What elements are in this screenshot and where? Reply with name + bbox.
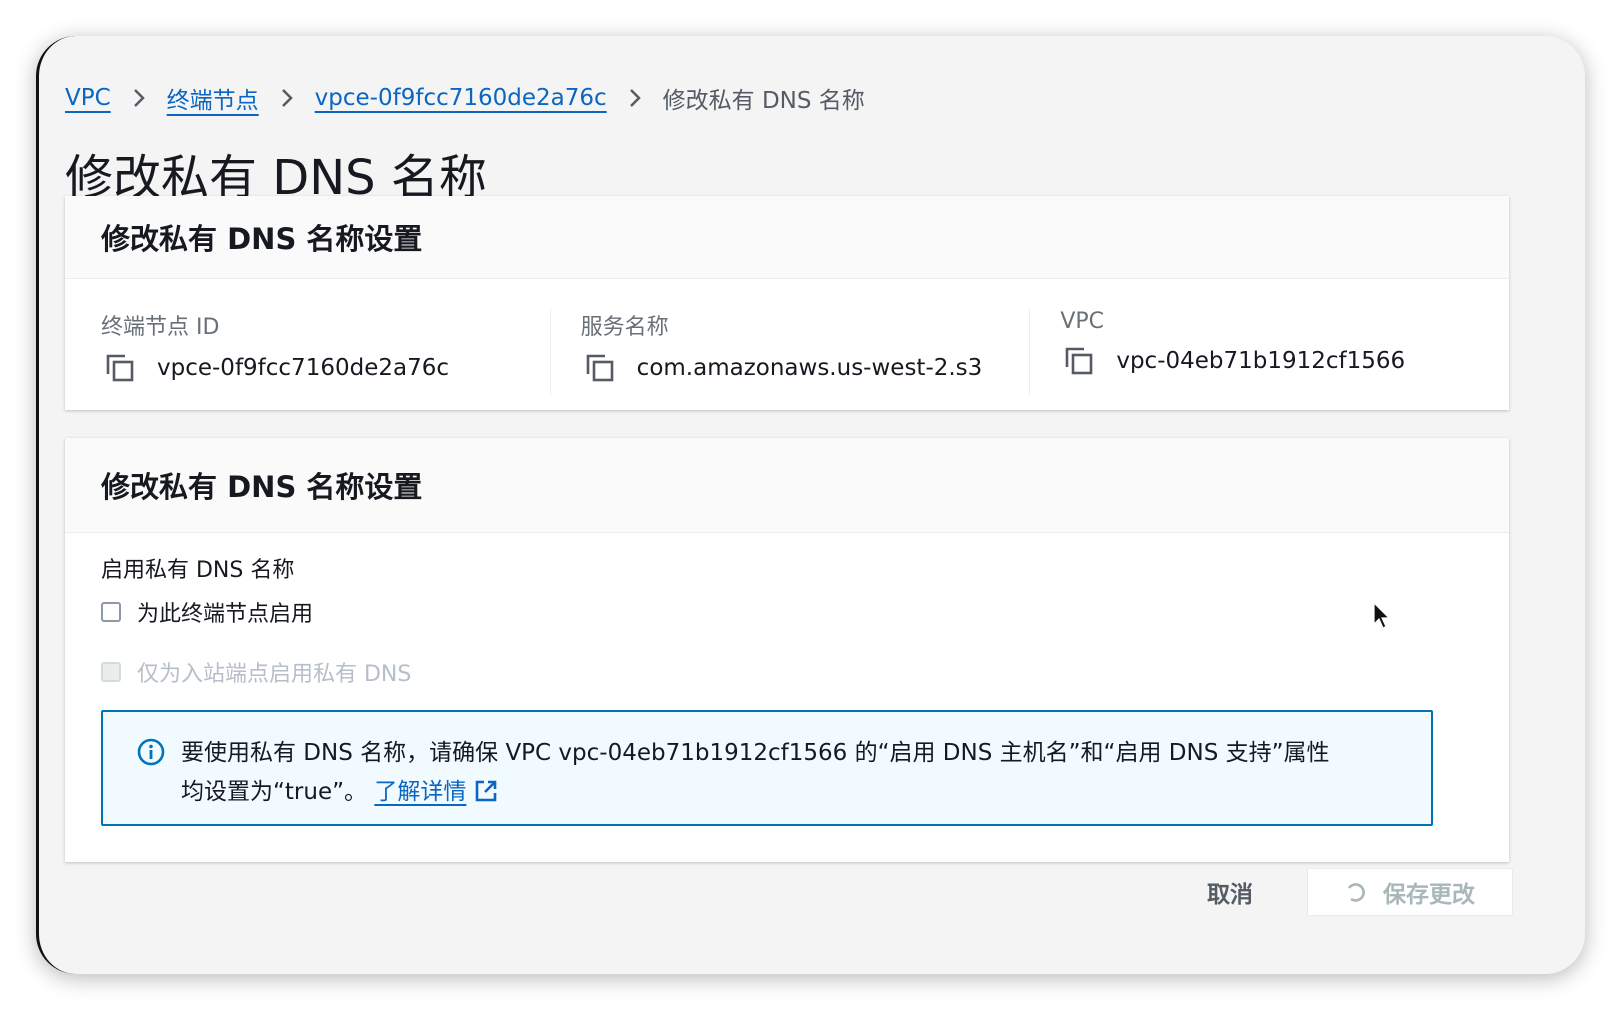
chevron-right-icon bbox=[629, 88, 641, 108]
private-dns-settings-panel: 修改私有 DNS 名称设置 启用私有 DNS 名称 为此终端节点启用 仅为入站端… bbox=[65, 438, 1509, 862]
chevron-right-icon bbox=[133, 88, 145, 108]
cancel-button[interactable]: 取消 bbox=[1207, 875, 1253, 909]
vpc-label: VPC bbox=[1060, 309, 1105, 334]
enable-endpoint-checkbox[interactable] bbox=[101, 602, 121, 622]
learn-more-label: 了解详情 bbox=[374, 779, 467, 805]
alert-line-2-row: 均设置为“true”。 了解详情 bbox=[181, 773, 1411, 816]
service-name-field: 服务名称 com.amazonaws.us-west-2.s3 bbox=[551, 309, 1031, 395]
panel-header: 修改私有 DNS 名称设置 bbox=[65, 196, 1509, 279]
chevron-right-icon bbox=[281, 88, 293, 108]
endpoint-id-label: 终端节点 ID bbox=[101, 315, 220, 340]
endpoint-id-field: 终端节点 ID vpce-0f9fcc7160de2a76c bbox=[101, 309, 551, 395]
spinner-icon bbox=[1345, 881, 1367, 903]
copy-icon[interactable] bbox=[585, 353, 617, 383]
enable-endpoint-checkbox-row[interactable]: 为此终端节点启用 bbox=[101, 596, 313, 628]
service-name-row: com.amazonaws.us-west-2.s3 bbox=[581, 353, 1030, 383]
breadcrumb-link-endpoint-id[interactable]: vpce-0f9fcc7160de2a76c bbox=[315, 85, 607, 111]
vpc-value: vpc-04eb71b1912cf1566 bbox=[1116, 348, 1406, 374]
inbound-only-checkbox bbox=[101, 662, 121, 682]
endpoint-id-row: vpce-0f9fcc7160de2a76c bbox=[101, 353, 550, 383]
alert-line-2: 均设置为“true”。 bbox=[181, 779, 368, 805]
endpoint-details: 终端节点 ID vpce-0f9fcc7160de2a76c 服务名称 com.… bbox=[65, 279, 1509, 395]
vpc-field: VPC vpc-04eb71b1912cf1566 bbox=[1030, 309, 1509, 395]
breadcrumb-current: 修改私有 DNS 名称 bbox=[662, 88, 865, 114]
breadcrumb-link-vpc[interactable]: VPC bbox=[65, 85, 111, 111]
breadcrumb-link-endpoints[interactable]: 终端节点 bbox=[167, 81, 259, 115]
service-name-value: com.amazonaws.us-west-2.s3 bbox=[636, 355, 983, 381]
alert-message: 要使用私有 DNS 名称，请确保 VPC vpc-04eb71b1912cf15… bbox=[181, 734, 1411, 816]
mouse-cursor-icon bbox=[1373, 601, 1391, 634]
external-link-icon bbox=[474, 777, 498, 816]
copy-icon[interactable] bbox=[105, 353, 137, 383]
copy-icon[interactable] bbox=[1064, 346, 1096, 376]
endpoint-id-value: vpce-0f9fcc7160de2a76c bbox=[157, 355, 449, 381]
inbound-only-checkbox-label: 仅为入站端点启用私有 DNS bbox=[137, 662, 412, 687]
panel-header: 修改私有 DNS 名称设置 bbox=[65, 438, 1509, 533]
service-name-label: 服务名称 bbox=[580, 315, 669, 340]
enable-endpoint-checkbox-label: 为此终端节点启用 bbox=[137, 602, 314, 627]
learn-more-link[interactable]: 了解详情 bbox=[374, 779, 498, 805]
inbound-only-checkbox-row: 仅为入站端点启用私有 DNS bbox=[101, 656, 411, 688]
info-icon bbox=[137, 738, 165, 770]
save-changes-label: 保存更改 bbox=[1383, 881, 1475, 907]
vpc-row: vpc-04eb71b1912cf1566 bbox=[1060, 346, 1509, 376]
console-window: VPC 终端节点 vpce-0f9fcc7160de2a76c 修改私有 DNS… bbox=[36, 36, 1585, 974]
endpoint-details-panel: 修改私有 DNS 名称设置 终端节点 ID vpce-0f9fcc7160de2… bbox=[65, 196, 1509, 410]
alert-line-1: 要使用私有 DNS 名称，请确保 VPC vpc-04eb71b1912cf15… bbox=[181, 740, 1330, 766]
form-actions: 取消 保存更改 bbox=[1207, 868, 1513, 916]
info-alert: 要使用私有 DNS 名称，请确保 VPC vpc-04eb71b1912cf15… bbox=[101, 710, 1433, 826]
breadcrumb: VPC 终端节点 vpce-0f9fcc7160de2a76c 修改私有 DNS… bbox=[65, 82, 865, 114]
save-changes-button[interactable]: 保存更改 bbox=[1307, 868, 1513, 916]
enable-private-dns-label: 启用私有 DNS 名称 bbox=[101, 558, 295, 583]
